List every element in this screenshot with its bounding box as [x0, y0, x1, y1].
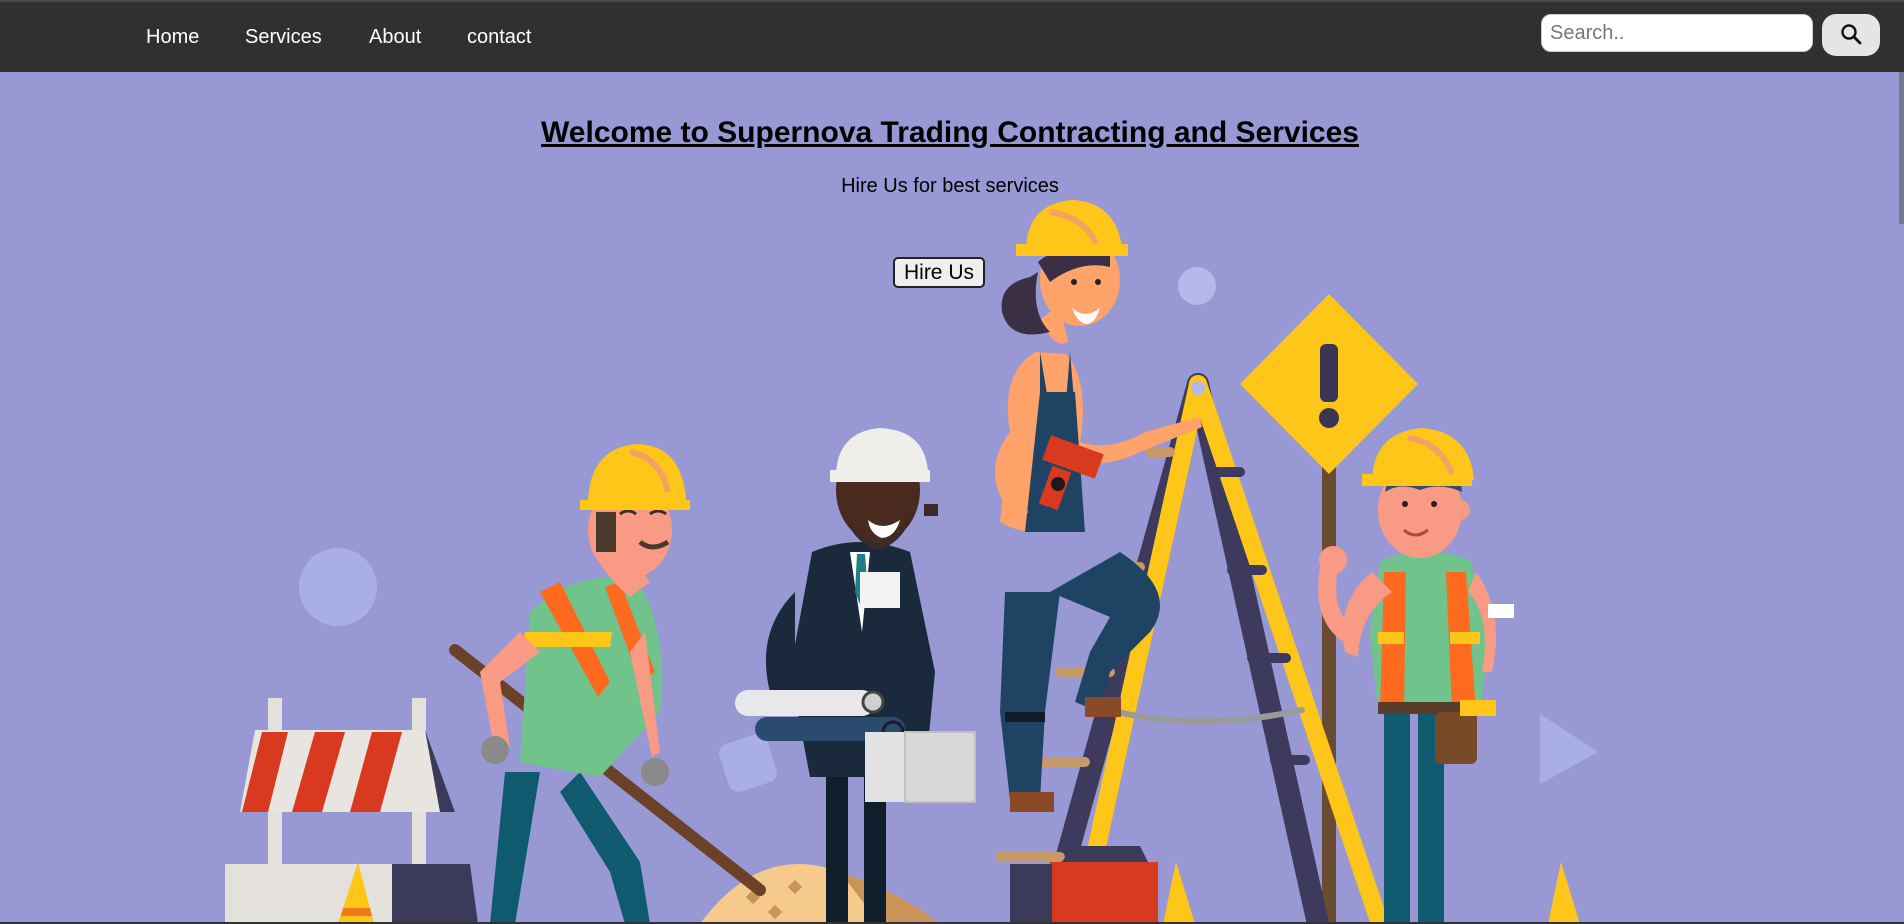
search-input[interactable]	[1541, 14, 1813, 52]
decor-circle-small	[1178, 267, 1216, 305]
nav-about-link[interactable]: About	[369, 2, 421, 72]
worker-suit	[735, 428, 976, 924]
page-subtitle: Hire Us for best services	[841, 175, 1059, 197]
search-button[interactable]	[1822, 14, 1880, 56]
scrollbar-thumb[interactable]	[1899, 72, 1904, 224]
search-icon	[1840, 23, 1862, 48]
hero-section: Welcome to Supernova Trading Contracting…	[0, 72, 1904, 924]
worker-shovel	[449, 444, 766, 924]
hire-us-button[interactable]: Hire Us	[893, 257, 985, 288]
nav-contact-link[interactable]: contact	[467, 2, 531, 72]
decor-circle-large	[299, 548, 377, 626]
nav-services-link[interactable]: Services	[245, 2, 322, 72]
top-navbar: Home Services About contact	[0, 2, 1904, 72]
nav-home-link[interactable]: Home	[146, 2, 199, 72]
decor-play-triangle	[1540, 714, 1598, 784]
page-title: Welcome to Supernova Trading Contracting…	[541, 116, 1359, 149]
construction-workers-illustration	[225, 200, 1598, 924]
